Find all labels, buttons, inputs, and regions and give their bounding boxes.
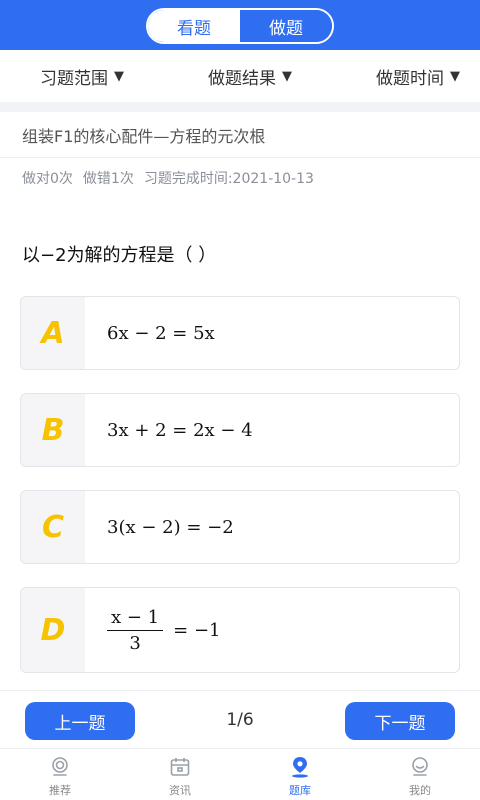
option-c[interactable]: C 3(x − 2) = −2 xyxy=(20,490,460,564)
tab-label: 推荐 xyxy=(49,784,71,797)
filter-bar: 习题范围 ▼ 做题结果 ▼ 做题时间 ▼ xyxy=(0,50,480,102)
previous-question-button[interactable]: 上一题 xyxy=(25,702,135,740)
filter-time-label: 做题时间 xyxy=(376,68,444,89)
option-text: 3x + 2 = 2x − 4 xyxy=(107,419,253,441)
wrong-count: 做错1次 xyxy=(82,171,134,187)
triangle-down-icon: ▼ xyxy=(282,68,292,84)
fraction-denominator: 3 xyxy=(129,632,141,654)
view-mode-toggle: 看题 做题 xyxy=(146,8,334,44)
option-text: 3(x − 2) = −2 xyxy=(107,516,234,538)
tab-question-bank[interactable]: 题库 xyxy=(240,749,360,800)
filter-scope[interactable]: 习题范围 ▼ xyxy=(40,64,124,89)
location-pin-icon xyxy=(287,755,313,779)
correct-count: 做对0次 xyxy=(22,171,73,187)
filter-result[interactable]: 做题结果 ▼ xyxy=(208,64,292,89)
filter-result-label: 做题结果 xyxy=(208,68,276,89)
tab-do-questions[interactable]: 做题 xyxy=(240,10,332,42)
question-text: 以−2为解的方程是（ ） xyxy=(22,245,217,266)
option-b[interactable]: B 3x + 2 = 2x − 4 xyxy=(20,393,460,467)
option-letter: C xyxy=(21,491,85,563)
triangle-down-icon: ▼ xyxy=(114,68,124,84)
badge-icon xyxy=(47,755,73,779)
option-d[interactable]: D x − 1 3 = −1 xyxy=(20,587,460,673)
fraction-numerator: x − 1 xyxy=(107,607,164,631)
filter-time[interactable]: 做题时间 ▼ xyxy=(376,64,460,89)
top-bar: 看题 做题 xyxy=(0,0,480,50)
section-divider xyxy=(0,102,480,112)
tab-view-questions[interactable]: 看题 xyxy=(148,10,240,42)
page-indicator: 1/6 xyxy=(226,710,254,730)
tab-news[interactable]: 资讯 xyxy=(120,749,240,800)
next-question-button[interactable]: 下一题 xyxy=(345,702,455,740)
chapter-title: 组装F1的核心配件—方程的元次根 xyxy=(0,112,480,158)
filter-scope-label: 习题范围 xyxy=(40,68,108,89)
option-text: 6x − 2 = 5x xyxy=(107,322,215,344)
tab-profile[interactable]: 我的 xyxy=(360,749,480,800)
tab-recommend[interactable]: 推荐 xyxy=(0,749,120,800)
equation-rhs: = −1 xyxy=(173,619,221,641)
question-navigation: 上一题 1/6 下一题 xyxy=(0,690,480,748)
fraction: x − 1 3 xyxy=(107,607,164,654)
triangle-down-icon: ▼ xyxy=(450,68,460,84)
option-letter: D xyxy=(21,588,85,672)
bottom-tab-bar: 推荐 资讯 题库 我的 xyxy=(0,748,480,800)
option-a[interactable]: A 6x − 2 = 5x xyxy=(20,296,460,370)
tab-label: 我的 xyxy=(409,784,431,797)
tab-label: 题库 xyxy=(289,784,311,797)
profile-icon xyxy=(407,755,433,779)
tab-label: 资讯 xyxy=(169,784,191,797)
practice-stats: 做对0次 做错1次 习题完成时间:2021-10-13 xyxy=(22,168,314,188)
option-text: x − 1 3 = −1 xyxy=(85,588,459,672)
completion-time: 习题完成时间:2021-10-13 xyxy=(143,171,314,187)
option-letter: A xyxy=(21,297,85,369)
calendar-icon xyxy=(167,755,193,779)
option-letter: B xyxy=(21,394,85,466)
